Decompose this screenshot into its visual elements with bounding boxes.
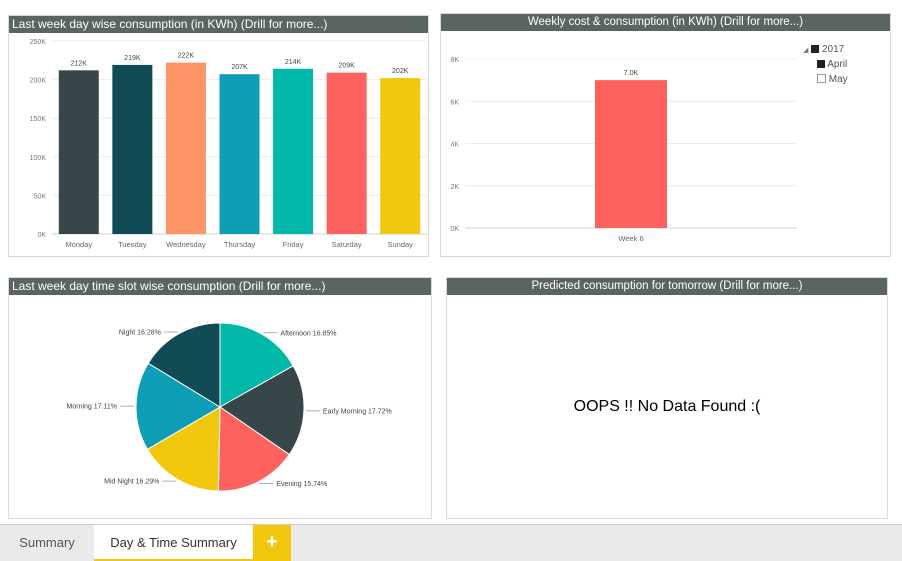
day-wise-consumption-tile[interactable]: Last week day wise consumption (in KWh) … [8, 15, 429, 257]
predicted-consumption-tile[interactable]: Predicted consumption for tomorrow (Dril… [446, 277, 888, 519]
legend-item-april-label: April [827, 59, 848, 70]
page-tab-bar: Summary Day & Time Summary + [0, 524, 902, 561]
day-wise-xtick-label-sunday: Sunday [387, 240, 413, 249]
tab-day-time-summary[interactable]: Day & Time Summary [94, 525, 253, 561]
day-wise-xtick-label-saturday: Saturday [332, 240, 362, 249]
pie-label-early-morning: Early Morning 17.72% [323, 408, 392, 415]
time-slot-title: Last week day time slot wise consumption… [9, 278, 431, 295]
day-wise-xtick-label-wednesday: Wednesday [166, 240, 206, 249]
legend-item-april[interactable]: April [803, 57, 848, 72]
weekly-cost-ytick-label: 8K [450, 57, 459, 64]
day-wise-data-label-saturday: 209K [338, 63, 355, 70]
collapse-caret-icon: ◢ [803, 47, 809, 54]
day-wise-ytick-label: 50K [34, 193, 47, 200]
day-wise-xtick-label-thursday: Thursday [224, 240, 256, 249]
day-wise-ytick-label: 200K [30, 78, 47, 85]
day-wise-data-label-monday: 212K [71, 60, 88, 67]
day-wise-bar-wednesday[interactable] [165, 62, 206, 234]
april-checkbox [817, 60, 825, 68]
time-slot-pie-chart[interactable]: Afternoon 16.85% Early Morning 17.72% Even… [9, 295, 431, 519]
weekly-cost-tile[interactable]: Weekly cost & consumption (in KWh) (Dril… [440, 13, 891, 257]
legend-year-2017[interactable]: ◢ 2017 [803, 42, 848, 57]
day-wise-bar-tuesday[interactable] [112, 64, 153, 234]
day-wise-data-label-friday: 214K [285, 59, 302, 66]
weekly-cost-title: Weekly cost & consumption (in KWh) (Dril… [441, 14, 890, 31]
weekly-cost-legend: ◢ 2017 April May [803, 42, 848, 87]
weekly-cost-ytick-label: 0K [450, 226, 459, 233]
weekly-cost-bar-chart[interactable]: 0K 2K 4K 6K 8K 7.0K Week 6 [441, 31, 801, 257]
weekly-cost-bar-week-6[interactable] [595, 80, 667, 228]
no-data-message: OOPS !! No Data Found :( [573, 398, 761, 415]
day-wise-data-label-sunday: 202K [392, 68, 409, 75]
day-wise-xtick-label-monday: Monday [65, 240, 92, 249]
legend-item-may[interactable]: May [803, 72, 848, 87]
day-wise-bar-monday[interactable] [58, 70, 99, 234]
predicted-title: Predicted consumption for tomorrow (Dril… [447, 278, 887, 295]
weekly-cost-ytick-label: 2K [450, 184, 459, 191]
day-wise-bar-saturday[interactable] [326, 72, 367, 234]
day-wise-ytick-label: 150K [30, 116, 47, 123]
pie-label-night: Night 16.28% [119, 330, 161, 337]
pie-label-evening: Evening 15.74% [276, 481, 327, 488]
day-wise-bar-friday[interactable] [273, 68, 314, 235]
may-checkbox [817, 74, 826, 83]
pie-label-afternoon: Afternoon 16.85% [280, 330, 336, 337]
time-slot-consumption-tile[interactable]: Last week day time slot wise consumption… [8, 277, 432, 519]
day-wise-ytick-label: 250K [30, 39, 47, 46]
day-wise-bar-thursday[interactable] [219, 74, 260, 234]
add-page-button[interactable]: + [253, 525, 291, 561]
day-wise-data-label-thursday: 207K [231, 64, 248, 71]
tab-summary[interactable]: Summary [0, 525, 94, 561]
day-wise-data-label-wednesday: 222K [178, 53, 195, 60]
day-wise-title: Last week day wise consumption (in KWh) … [9, 16, 428, 33]
weekly-cost-ytick-label: 4K [450, 142, 459, 149]
day-wise-bar-sunday[interactable] [380, 78, 421, 234]
weekly-cost-xtick-label-week-6: Week 6 [618, 234, 643, 243]
legend-year-label: 2017 [821, 44, 845, 55]
day-wise-data-label-tuesday: 219K [124, 55, 141, 62]
day-wise-xtick-label-tuesday: Tuesday [118, 240, 147, 249]
day-wise-bar-chart[interactable]: 0K 50K 100K 150K 200K 250K 212K Monday 219K Tuesd… [9, 33, 428, 257]
legend-item-may-label: May [828, 74, 848, 85]
day-wise-ytick-label: 0K [37, 232, 46, 239]
day-wise-xtick-label-friday: Friday [283, 240, 304, 249]
day-wise-ytick-label: 100K [30, 155, 47, 162]
pie-label-morning: Morning 17.11% [67, 404, 117, 411]
legend-year-checkbox [811, 45, 820, 53]
weekly-cost-ytick-label: 6K [450, 99, 459, 106]
weekly-cost-data-label-week-6: 7.0K [624, 70, 639, 77]
pie-label-mid-night: Mid Night 16.29% [104, 479, 159, 486]
